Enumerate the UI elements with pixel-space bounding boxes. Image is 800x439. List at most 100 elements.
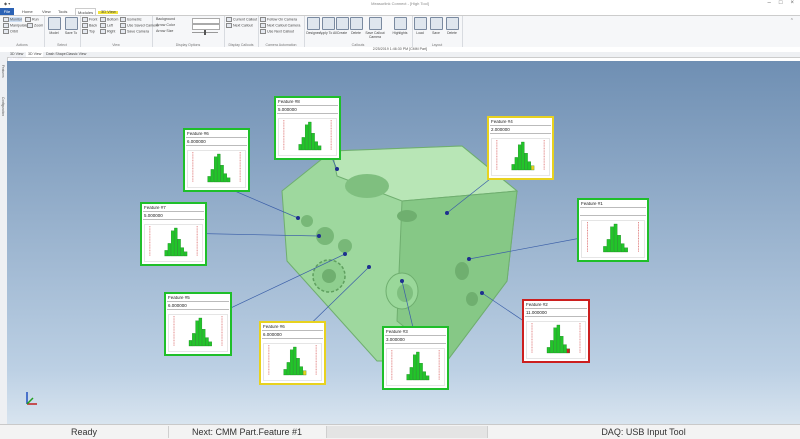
delete-layout-button[interactable]: Delete: [444, 17, 460, 35]
tab-classic-view[interactable]: Classic View: [64, 52, 88, 57]
isometric-view-icon: [120, 17, 126, 22]
callout-feature-2[interactable]: Feature #2 11.000000: [522, 299, 590, 363]
callout-histogram: [526, 321, 586, 359]
save-to-button[interactable]: Save To: [62, 17, 80, 35]
callout-feature-5[interactable]: Feature #5 6.000000: [164, 292, 232, 356]
histogram-bar: [517, 144, 522, 171]
save-callout-camera-button[interactable]: Save Callout Camera: [363, 17, 387, 39]
tab-3d-view[interactable]: 3D View: [101, 8, 116, 15]
tab-tools[interactable]: Tools: [58, 8, 67, 15]
dock-tab-features[interactable]: Features: [1, 65, 5, 78]
orbit-button[interactable]: Orbit: [3, 29, 18, 34]
view-left-button[interactable]: Left: [100, 23, 113, 28]
histogram-bar: [188, 340, 193, 347]
view-front-button[interactable]: Front: [82, 17, 97, 22]
callout-histogram: [491, 138, 550, 176]
3d-viewport[interactable]: 3D View Feature #8 5.000000 Feature #6 6…: [7, 57, 800, 424]
histogram-bar: [226, 177, 231, 183]
tab-view[interactable]: View: [42, 8, 51, 15]
save-camera-icon: [120, 29, 126, 34]
use-next-callout-toggle[interactable]: Use Next Callout: [260, 29, 294, 34]
histogram-bar: [409, 367, 413, 381]
histogram-bar: [217, 153, 221, 183]
histogram-bar: [311, 133, 315, 151]
back-view-icon: [82, 23, 88, 28]
maximize-icon[interactable]: □: [779, 0, 783, 6]
histogram-bar: [289, 349, 294, 376]
current-callout-toggle[interactable]: Current Callout: [226, 17, 257, 22]
histogram-bar: [620, 243, 625, 253]
tab-modules[interactable]: Modules: [75, 8, 97, 15]
view-top-button[interactable]: Top: [82, 29, 95, 34]
callout-feature-4[interactable]: Feature #4 2.000000: [487, 116, 554, 180]
group-callouts: Designer Apply To All Create Delete Save…: [304, 16, 413, 48]
title-bar: ◆ ▾ Measurlink Connect - [High Tool] – □…: [0, 0, 800, 8]
histogram-bar: [511, 164, 515, 171]
callout-feature-6-top[interactable]: Feature #6 6.000000: [183, 128, 250, 192]
next-callout-toggle[interactable]: Next Callout: [226, 23, 253, 28]
ribbon-collapse-icon[interactable]: ⌃: [790, 18, 794, 24]
manipulate-button[interactable]: Manipulate: [3, 23, 28, 28]
save-camera-button[interactable]: Save Camera: [120, 29, 149, 34]
histogram-bar: [164, 250, 168, 257]
zoom-button[interactable]: Zoom: [27, 23, 43, 28]
tab-home[interactable]: Home: [22, 8, 33, 15]
histogram-bar: [192, 333, 196, 347]
histogram-bar: [617, 235, 621, 253]
group-view: Front Bottom Isometric Back Left Use Sav…: [80, 16, 158, 48]
histogram-bar: [606, 239, 611, 253]
load-layout-button[interactable]: Load: [412, 17, 428, 35]
callout-feature-7[interactable]: Feature #7 5.000000: [140, 202, 207, 266]
monitor-icon: [3, 17, 9, 22]
tab-file[interactable]: File: [0, 8, 14, 15]
histogram-bar: [170, 230, 175, 257]
callout-value: 6.000000: [263, 332, 282, 337]
next-callout-camera-toggle[interactable]: Next Callout Camera: [260, 23, 300, 28]
view-bottom-button[interactable]: Bottom: [100, 17, 118, 22]
histogram-bar: [174, 227, 178, 257]
tab-3d-view-2[interactable]: 3D View: [26, 52, 44, 57]
dock-tab-configuration[interactable]: Configuration: [1, 97, 5, 116]
callout-histogram: [278, 118, 337, 156]
histogram-bar: [296, 358, 300, 376]
histogram-bar: [514, 157, 518, 171]
arrow-color-select[interactable]: [192, 24, 220, 30]
monitor-button[interactable]: Monitor: [3, 17, 22, 23]
histogram-bar: [167, 243, 171, 257]
callout-name: Feature #6: [263, 324, 285, 329]
callout-histogram: [144, 224, 203, 262]
ribbon: Monitor Run Manipulate Zoom Orbit Action…: [0, 15, 800, 49]
view-tab-bar: 3D View 3D View Dash Shape Classic View: [0, 52, 800, 58]
status-daq: DAQ: USB Input Tool: [601, 427, 686, 437]
callout-name: Feature #2: [526, 302, 548, 307]
callout-feature-3[interactable]: Feature #3 3.000000: [382, 326, 449, 390]
save-to-icon: [64, 17, 78, 30]
view-back-button[interactable]: Back: [82, 23, 97, 28]
histogram-bar: [610, 226, 614, 253]
arrow-size-slider-handle[interactable]: [204, 30, 206, 35]
callout-name: Feature #8: [278, 99, 300, 104]
callout-value: 2.000000: [491, 127, 510, 132]
manipulate-icon: [3, 23, 9, 28]
save-layout-button[interactable]: Save: [428, 17, 444, 35]
callout-name: Feature #6: [187, 131, 209, 136]
histogram-bar: [213, 156, 218, 183]
camera-icon: [120, 23, 126, 28]
minimize-icon[interactable]: –: [768, 0, 771, 6]
run-button[interactable]: Run: [25, 17, 39, 22]
callout-feature-6-bottom[interactable]: Feature #6 6.000000: [259, 321, 326, 385]
callout-value: 5.000000: [278, 107, 297, 112]
follow-on-camera-toggle[interactable]: Follow On Camera: [260, 17, 297, 22]
model-button[interactable]: Model: [45, 17, 63, 35]
callout-name: Feature #7: [144, 205, 166, 210]
close-icon[interactable]: ×: [790, 0, 794, 6]
histogram-bar: [530, 165, 535, 171]
highlights-button[interactable]: Highlights: [390, 17, 410, 35]
status-bar: Ready Next: CMM Part.Feature #1 DAQ: USB…: [0, 424, 800, 439]
view-isometric-button[interactable]: Isometric: [120, 17, 142, 22]
callout-feature-8[interactable]: Feature #8 5.000000: [274, 96, 341, 160]
checkbox-icon: [260, 29, 266, 34]
view-right-button[interactable]: Right: [100, 29, 115, 34]
group-display-callouts: Current Callout Next Callout Display Cal…: [224, 16, 259, 48]
callout-feature-1[interactable]: Feature #1: [577, 198, 649, 262]
